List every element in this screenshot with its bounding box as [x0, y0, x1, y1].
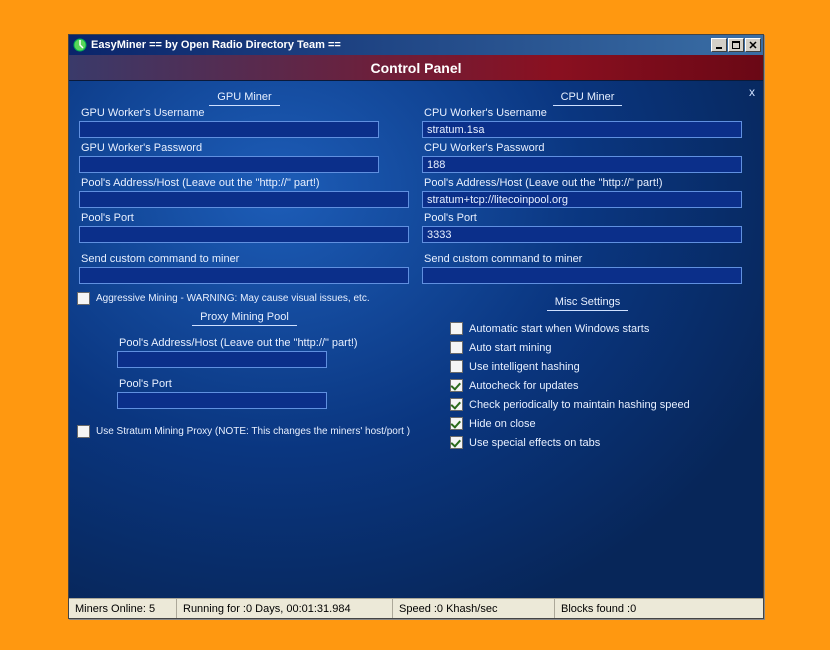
- gpu-username-input[interactable]: [79, 121, 379, 138]
- misc-checkbox-2[interactable]: [450, 360, 463, 373]
- maximize-button[interactable]: [728, 38, 744, 52]
- gpu-custom-input[interactable]: [79, 267, 409, 284]
- aggressive-mining-row[interactable]: Aggressive Mining - WARNING: May cause v…: [77, 292, 412, 305]
- misc-checkbox-0[interactable]: [450, 322, 463, 335]
- gpu-host-input[interactable]: [79, 191, 409, 208]
- misc-checkbox-1[interactable]: [450, 341, 463, 354]
- cpu-username-input[interactable]: [422, 121, 742, 138]
- use-stratum-label: Use Stratum Mining Proxy (NOTE: This cha…: [96, 426, 410, 437]
- statusbar: Miners Online: 5 Running for :0 Days, 00…: [69, 598, 763, 618]
- status-miners-online: Miners Online: 5: [69, 599, 177, 618]
- right-column: CPU Miner CPU Worker's Username CPU Work…: [420, 85, 755, 455]
- misc-item-0[interactable]: Automatic start when Windows starts: [450, 322, 755, 335]
- cpu-custom-input[interactable]: [422, 267, 742, 284]
- gpu-port-input[interactable]: [79, 226, 409, 243]
- misc-settings-list: Automatic start when Windows starts Auto…: [420, 312, 755, 449]
- cpu-port-input[interactable]: [422, 226, 742, 243]
- proxy-host-label: Pool's Address/Host (Leave out the "http…: [119, 337, 372, 349]
- misc-checkbox-3[interactable]: [450, 379, 463, 392]
- window-buttons: [711, 38, 761, 52]
- status-running: Running for :0 Days, 00:01:31.984: [177, 599, 393, 618]
- cpu-custom-label: Send custom command to miner: [424, 253, 753, 265]
- gpu-custom-label: Send custom command to miner: [81, 253, 410, 265]
- misc-item-6[interactable]: Use special effects on tabs: [450, 436, 755, 449]
- gpu-port-label: Pool's Port: [81, 212, 410, 224]
- misc-item-2[interactable]: Use intelligent hashing: [450, 360, 755, 373]
- minimize-button[interactable]: [711, 38, 727, 52]
- close-button[interactable]: [745, 38, 761, 52]
- aggressive-mining-checkbox[interactable]: [77, 292, 90, 305]
- misc-checkbox-5[interactable]: [450, 417, 463, 430]
- gpu-section-title: GPU Miner: [77, 91, 412, 103]
- cpu-port-label: Pool's Port: [424, 212, 753, 224]
- gpu-username-label: GPU Worker's Username: [81, 107, 410, 119]
- aggressive-mining-label: Aggressive Mining - WARNING: May cause v…: [96, 293, 370, 304]
- cpu-password-input[interactable]: [422, 156, 742, 173]
- proxy-port-input[interactable]: [117, 392, 327, 409]
- cpu-host-label: Pool's Address/Host (Leave out the "http…: [424, 177, 753, 189]
- proxy-port-label: Pool's Port: [119, 378, 372, 390]
- app-window: EasyMiner == by Open Radio Directory Tea…: [68, 34, 764, 619]
- cpu-username-label: CPU Worker's Username: [424, 107, 753, 119]
- misc-item-5[interactable]: Hide on close: [450, 417, 755, 430]
- cpu-password-label: CPU Worker's Password: [424, 142, 753, 154]
- status-speed: Speed :0 Khash/sec: [393, 599, 555, 618]
- misc-item-4[interactable]: Check periodically to maintain hashing s…: [450, 398, 755, 411]
- misc-checkbox-4[interactable]: [450, 398, 463, 411]
- misc-item-1[interactable]: Auto start mining: [450, 341, 755, 354]
- app-icon: [73, 38, 87, 52]
- window-title: EasyMiner == by Open Radio Directory Tea…: [91, 39, 711, 51]
- cpu-section-title: CPU Miner: [420, 91, 755, 103]
- gpu-host-label: Pool's Address/Host (Leave out the "http…: [81, 177, 410, 189]
- use-stratum-row[interactable]: Use Stratum Mining Proxy (NOTE: This cha…: [77, 425, 412, 438]
- proxy-section-title: Proxy Mining Pool: [77, 311, 412, 323]
- gpu-password-label: GPU Worker's Password: [81, 142, 410, 154]
- gpu-password-input[interactable]: [79, 156, 379, 173]
- misc-checkbox-6[interactable]: [450, 436, 463, 449]
- control-panel: Control Panel x GPU Miner GPU Worker's U…: [69, 55, 763, 599]
- titlebar[interactable]: EasyMiner == by Open Radio Directory Tea…: [69, 35, 763, 55]
- use-stratum-checkbox[interactable]: [77, 425, 90, 438]
- cpu-host-input[interactable]: [422, 191, 742, 208]
- proxy-host-input[interactable]: [117, 351, 327, 368]
- misc-item-3[interactable]: Autocheck for updates: [450, 379, 755, 392]
- left-column: GPU Miner GPU Worker's Username GPU Work…: [77, 85, 412, 455]
- misc-section-title: Misc Settings: [420, 296, 755, 308]
- status-blocks: Blocks found :0: [555, 599, 763, 618]
- panel-header: Control Panel: [69, 55, 763, 81]
